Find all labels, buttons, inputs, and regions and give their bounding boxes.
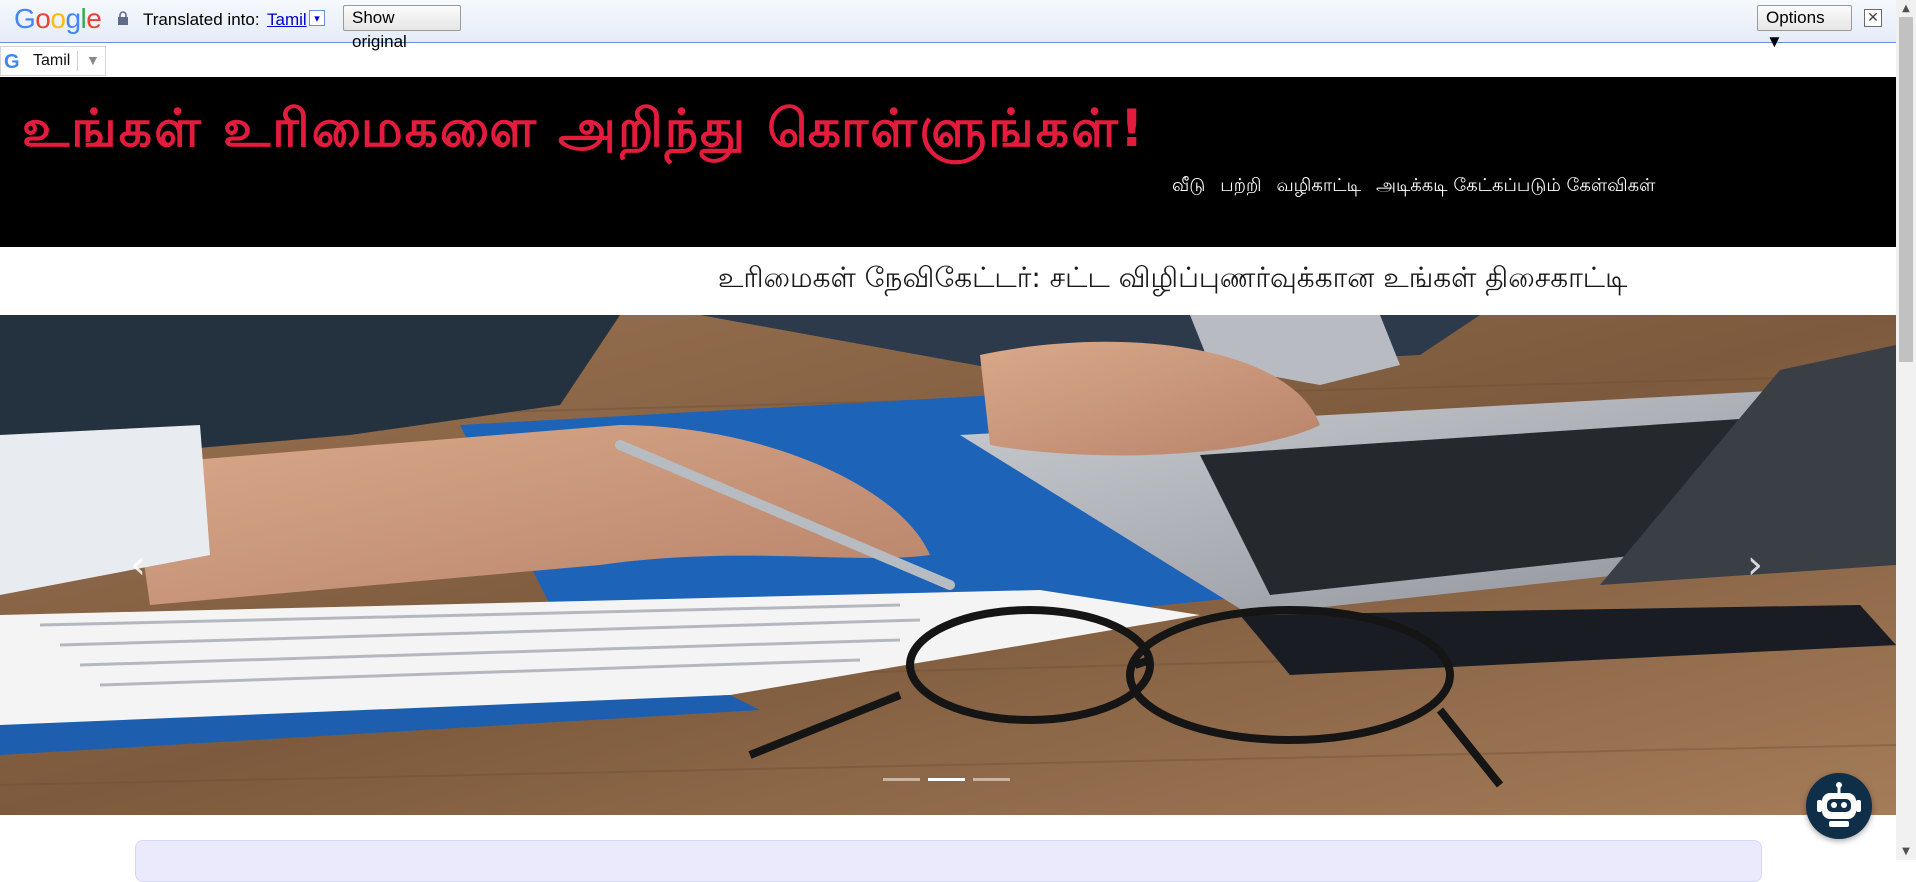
- translated-language-link[interactable]: Tamil: [267, 10, 307, 30]
- scroll-thumb[interactable]: [1899, 17, 1913, 362]
- carousel-indicator-active[interactable]: [928, 778, 965, 781]
- carousel-indicator[interactable]: [883, 778, 920, 781]
- language-dropdown-icon[interactable]: ▾: [309, 10, 325, 26]
- translated-into-label: Translated into:: [143, 10, 260, 29]
- robot-icon: [1817, 782, 1861, 827]
- show-original-button[interactable]: Show original: [343, 5, 461, 51]
- hero-carousel: ‹ ›: [0, 315, 1896, 815]
- subtitle-band: உரிமைகள் நேவிகேட்டர்: சட்ட விழிப்புணர்வு…: [0, 247, 1896, 315]
- lock-icon: [118, 11, 128, 25]
- carousel-next-icon[interactable]: ›: [1735, 545, 1775, 585]
- language-selector-label[interactable]: Tamil: [33, 52, 70, 70]
- chevron-down-icon[interactable]: ▼: [86, 52, 100, 68]
- nav-link-home[interactable]: வீடு: [1172, 175, 1205, 198]
- carousel-prev-icon[interactable]: ‹: [118, 545, 158, 585]
- content-card: [135, 840, 1762, 882]
- translate-bar: Google Translated into: Tamil ▾ Show ori…: [0, 0, 1916, 51]
- divider: [77, 51, 78, 71]
- scrollbar[interactable]: ▲ ▼: [1896, 0, 1916, 860]
- carousel-indicators: [883, 778, 1010, 781]
- google-logo: Google: [14, 3, 102, 34]
- carousel-indicator[interactable]: [973, 778, 1010, 781]
- main-nav: வீடு பற்றி வழிகாட்டி அடிக்கடி கேட்கப்படு…: [1172, 175, 1655, 198]
- carousel-image: [0, 315, 1896, 815]
- nav-link-faq[interactable]: அடிக்கடி கேட்கப்படும் கேள்விகள்: [1376, 175, 1655, 198]
- options-button[interactable]: Options ▼: [1757, 5, 1852, 51]
- site-header: உங்கள் உரிமைகளை அறிந்து கொள்ளுங்கள்! வீட…: [0, 77, 1896, 247]
- chatbot-button[interactable]: [1806, 773, 1872, 839]
- scroll-down-icon[interactable]: ▼: [1896, 843, 1916, 860]
- nav-link-guide[interactable]: வழிகாட்டி: [1276, 175, 1361, 198]
- scroll-up-icon[interactable]: ▲: [1896, 0, 1916, 17]
- page-subtitle: உரிமைகள் நேவிகேட்டர்: சட்ட விழிப்புணர்வு…: [718, 261, 1628, 294]
- language-selector[interactable]: G Tamil ▼: [0, 46, 106, 76]
- google-g-icon: G: [4, 51, 20, 73]
- site-title: உங்கள் உரிமைகளை அறிந்து கொள்ளுங்கள்!: [22, 99, 1146, 159]
- close-icon[interactable]: ✕: [1864, 9, 1882, 27]
- nav-link-about[interactable]: பற்றி: [1220, 175, 1261, 198]
